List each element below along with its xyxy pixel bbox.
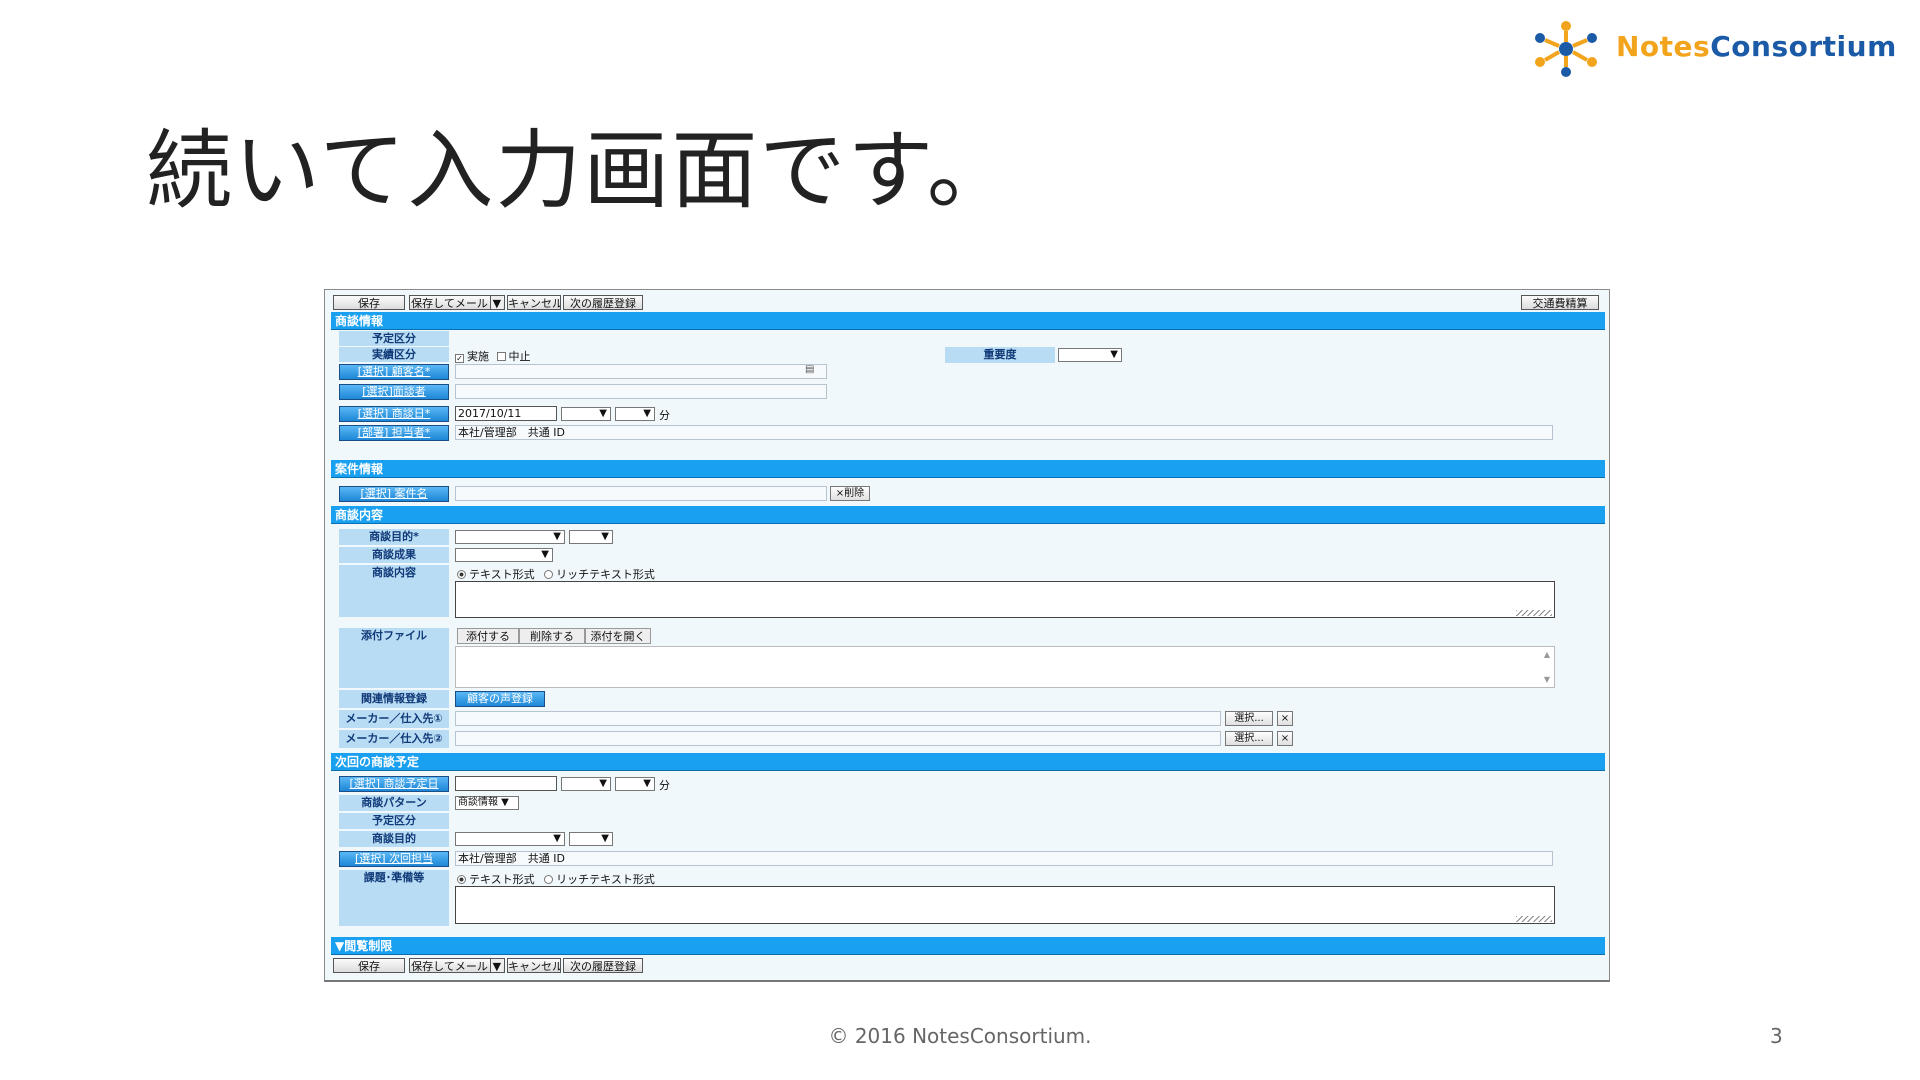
purpose-select[interactable]: ▼ xyxy=(455,530,565,544)
radio-issues-plain-text[interactable] xyxy=(457,875,466,884)
select-customer-button[interactable]: [選択] 顧客名* xyxy=(339,364,449,380)
label-pattern: 商談パターン xyxy=(339,795,449,811)
radio-rich-text[interactable] xyxy=(544,570,554,579)
label-plan-type: 予定区分 xyxy=(339,331,449,346)
checkbox-done[interactable]: ✓ xyxy=(455,354,464,363)
scroll-up-icon[interactable]: ▲ xyxy=(1544,650,1550,659)
resize-grip[interactable] xyxy=(1516,610,1552,616)
actual-type-options: ✓ 実施 中止 xyxy=(455,350,531,363)
next-history-button-bottom[interactable]: 次の履歴登録 xyxy=(563,958,643,973)
meeting-minute-select[interactable]: ▼ xyxy=(615,407,655,421)
maker-1-field[interactable] xyxy=(455,711,1221,726)
select-next-date-button[interactable]: [選択] 商談予定日 xyxy=(339,776,449,792)
transport-expense-button[interactable]: 交通費精算 xyxy=(1521,295,1599,310)
select-meeting-date-button[interactable]: [選択] 商談日* xyxy=(339,406,449,422)
save-button-bottom[interactable]: 保存 xyxy=(333,958,405,973)
radio-issues-rich-text[interactable] xyxy=(544,875,554,884)
minute-unit-label: 分 xyxy=(659,409,670,422)
chevron-down-icon[interactable]: ▼ xyxy=(489,959,503,972)
label-importance: 重要度 xyxy=(945,347,1055,363)
customer-voice-button[interactable]: 顧客の声登録 xyxy=(455,691,545,707)
label-content: 商談内容 xyxy=(339,565,449,617)
meeting-hour-select[interactable]: ▼ xyxy=(561,407,611,421)
consortium-logo-icon xyxy=(1535,21,1597,77)
customer-name-field[interactable] xyxy=(455,364,827,379)
select-case-button[interactable]: [選択] 案件名 xyxy=(339,486,449,502)
label-attachment: 添付ファイル xyxy=(339,628,449,688)
label-actual-type: 実績区分 xyxy=(339,347,449,362)
select-person-in-charge-button[interactable]: [部署] 担当者* xyxy=(339,425,449,441)
case-name-field[interactable] xyxy=(455,486,827,501)
pattern-select[interactable]: 商談情報 ▼ xyxy=(455,796,519,810)
next-hour-select[interactable]: ▼ xyxy=(561,777,611,791)
next-purpose-sub-select[interactable]: ▼ xyxy=(569,832,613,846)
label-maker-2: メーカー／仕入先② xyxy=(339,730,449,748)
radio-plain-text[interactable] xyxy=(457,570,466,579)
next-purpose-select[interactable]: ▼ xyxy=(455,832,565,846)
maker-2-field[interactable] xyxy=(455,731,1221,746)
next-minute-select[interactable]: ▼ xyxy=(615,777,655,791)
label-result: 商談成果 xyxy=(339,547,449,563)
section-next-plan[interactable]: 次回の商談予定 xyxy=(331,753,1605,771)
issues-textarea[interactable] xyxy=(455,886,1555,924)
maker-1-clear-button[interactable]: × xyxy=(1277,711,1293,726)
section-view-restriction[interactable]: ▼閲覧制限 xyxy=(331,937,1605,955)
maker-2-clear-button[interactable]: × xyxy=(1277,731,1293,746)
cancel-button[interactable]: キャンセル xyxy=(507,295,561,310)
section-business-content[interactable]: 商談内容 xyxy=(331,506,1605,524)
label-next-purpose: 商談目的 xyxy=(339,831,449,847)
select-contact-button[interactable]: [選択]面談者 xyxy=(339,384,449,400)
label-purpose: 商談目的* xyxy=(339,529,449,545)
content-format-options: テキスト形式 リッチテキスト形式 xyxy=(457,566,655,582)
select-next-person-button[interactable]: [選択] 次回担当 xyxy=(339,851,449,867)
label-related: 関連情報登録 xyxy=(339,690,449,708)
logo-wordmark: NotesConsortium xyxy=(1616,30,1897,63)
maker-2-select-button[interactable]: 選択... xyxy=(1225,731,1273,746)
chevron-down-icon[interactable]: ▼ xyxy=(489,296,503,309)
cancel-button-bottom[interactable]: キャンセル xyxy=(507,958,561,973)
notebook-icon[interactable]: ▤ xyxy=(805,364,814,375)
purpose-sub-select[interactable]: ▼ xyxy=(569,530,613,544)
next-person-field[interactable]: 本社/管理部 共通 ID xyxy=(455,851,1553,866)
input-form-screenshot: 保存 保存してメール ▼ キャンセル 次の履歴登録 交通費精算 商談情報 予定区分… xyxy=(324,289,1610,982)
delete-attachment-button[interactable]: 削除する xyxy=(519,628,585,644)
page-number: 3 xyxy=(1770,1024,1783,1048)
section-business-info[interactable]: 商談情報 xyxy=(331,312,1605,330)
result-select[interactable]: ▼ xyxy=(455,548,553,562)
attach-button[interactable]: 添付する xyxy=(457,628,519,644)
checkbox-stopped[interactable] xyxy=(496,352,506,361)
issues-format-options: テキスト形式 リッチテキスト形式 xyxy=(457,871,655,887)
person-in-charge-field[interactable]: 本社/管理部 共通 ID xyxy=(455,425,1553,440)
save-and-mail-button-bottom[interactable]: 保存してメール ▼ xyxy=(409,958,505,973)
next-date-input[interactable] xyxy=(455,776,557,791)
attachment-list[interactable]: ▲ ▼ xyxy=(455,646,1555,688)
notes-consortium-logo: NotesConsortium xyxy=(1526,16,1906,82)
next-history-button[interactable]: 次の履歴登録 xyxy=(563,295,643,310)
label-next-plan-type: 予定区分 xyxy=(339,813,449,829)
slide-footer: © 2016 NotesConsortium. xyxy=(828,1024,1092,1048)
delete-case-button[interactable]: ×削除 xyxy=(830,486,870,501)
importance-select[interactable]: ▼ xyxy=(1058,348,1122,362)
save-button[interactable]: 保存 xyxy=(333,295,405,310)
save-and-mail-button[interactable]: 保存してメール ▼ xyxy=(409,295,505,310)
slide-title: 続いて入力画面です。 xyxy=(146,121,1015,221)
contact-field[interactable] xyxy=(455,384,827,399)
label-issues: 課題･準備等 xyxy=(339,870,449,926)
maker-1-select-button[interactable]: 選択... xyxy=(1225,711,1273,726)
meeting-date-input[interactable]: 2017/10/11 xyxy=(455,406,557,421)
resize-grip[interactable] xyxy=(1516,916,1552,922)
label-maker-1: メーカー／仕入先① xyxy=(339,710,449,728)
section-case-info[interactable]: 案件情報 xyxy=(331,460,1605,478)
scroll-down-icon[interactable]: ▼ xyxy=(1544,675,1550,684)
content-textarea[interactable] xyxy=(455,581,1555,618)
next-minute-unit-label: 分 xyxy=(659,779,670,792)
open-attachment-button[interactable]: 添付を開く xyxy=(585,628,651,644)
